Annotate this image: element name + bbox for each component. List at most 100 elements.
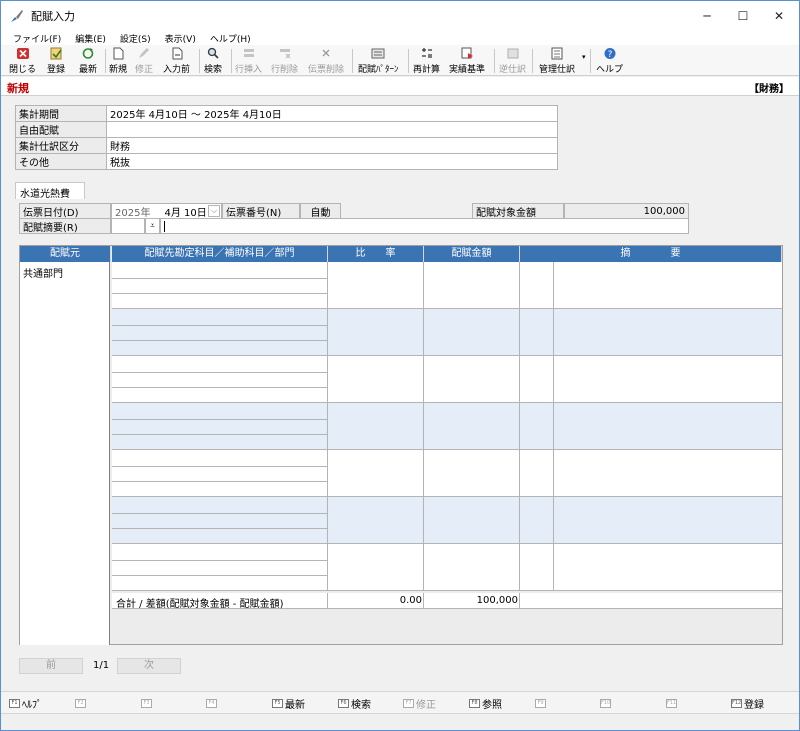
recalc-button[interactable]: 再計算 xyxy=(413,47,440,75)
close-button[interactable]: 閉じる xyxy=(9,47,36,75)
register-button[interactable]: 登録 xyxy=(47,47,65,75)
row-insert-label: 行挿入 xyxy=(235,65,263,75)
row-insert-icon xyxy=(242,47,256,60)
text-cursor xyxy=(164,220,165,232)
reverse-journal-label: 逆仕訳 xyxy=(499,65,527,75)
fkey-badge: F8 xyxy=(469,698,480,708)
pattern-button[interactable]: 配賦ﾊﾟﾀｰﾝ xyxy=(358,47,399,75)
calculator-icon xyxy=(420,47,434,60)
fkey-label: 登録 xyxy=(744,699,764,711)
svg-text:?: ? xyxy=(607,50,612,60)
header-destination: 配賦先勘定科目／補助科目／部門 xyxy=(112,246,328,262)
modify-button[interactable]: 修正 xyxy=(135,47,153,75)
sub-row-divider xyxy=(112,277,327,279)
menu-edit[interactable]: 編集(E) xyxy=(75,32,106,45)
fkey-f11[interactable]: F11 xyxy=(666,696,679,710)
brush-app-icon xyxy=(9,8,25,24)
row-insert-button[interactable]: 行挿入 xyxy=(235,47,262,75)
slip-delete-button[interactable]: 伝票削除 xyxy=(308,47,344,75)
search-button[interactable]: 検索 xyxy=(204,47,222,75)
table-row[interactable] xyxy=(112,356,782,403)
total-divider xyxy=(519,593,520,609)
menu-help[interactable]: ヘルプ(H) xyxy=(210,32,251,45)
refresh-icon xyxy=(81,47,95,60)
dropdown-arrow-icon[interactable]: ▾ xyxy=(582,53,586,61)
fkey-label: 検索 xyxy=(351,699,371,711)
fkey-f7[interactable]: F7 修正 xyxy=(403,696,436,711)
fkey-f12[interactable]: F12 登録 xyxy=(731,696,764,711)
date-dropdown-icon[interactable]: ⌵ xyxy=(208,205,220,217)
other-value: 税抜 xyxy=(106,153,558,170)
prev-page-button[interactable]: 前 xyxy=(19,658,83,674)
fkey-badge: F9 xyxy=(535,698,546,708)
table-row[interactable] xyxy=(112,309,782,356)
toolbar-divider xyxy=(199,49,200,73)
table-row[interactable] xyxy=(112,450,782,497)
toolbar-divider xyxy=(408,49,409,73)
column-divider xyxy=(553,450,554,497)
fkey-f3[interactable]: F3 xyxy=(141,696,154,710)
fkey-f6[interactable]: F6 検索 xyxy=(338,696,371,711)
column-divider xyxy=(553,356,554,403)
column-divider xyxy=(327,403,328,450)
sub-row-divider xyxy=(112,293,327,294)
refresh-button[interactable]: 最新 xyxy=(79,47,97,75)
new-label: 新規 xyxy=(109,65,128,75)
tab-utility-expense[interactable]: 水道光熱費 xyxy=(15,182,85,200)
mode-bar: 新規 【財務】 xyxy=(1,77,799,96)
toolbar-divider xyxy=(590,49,591,73)
sub-row-divider xyxy=(112,481,327,482)
row-delete-icon xyxy=(278,47,292,60)
slip-delete-label: 伝票削除 xyxy=(308,65,345,75)
app-window: 配賦入力 ─ ☐ ✕ ファイル(F) 編集(E) 設定(S) 表示(V) ヘルプ… xyxy=(0,0,800,731)
summary-code-field[interactable] xyxy=(111,218,145,234)
source-column: 共通部門 xyxy=(20,262,110,645)
summary-text-field[interactable] xyxy=(160,218,689,234)
toolbar: 閉じる 登録 最新 新規 修正 入力前 検索 行挿入 行削除 伝票削除 配賦ﾊﾟ… xyxy=(1,45,799,76)
sub-row-divider xyxy=(112,528,327,529)
fkey-f4[interactable]: F4 xyxy=(206,696,219,710)
column-divider xyxy=(423,544,424,591)
table-row[interactable] xyxy=(112,262,782,309)
table-row[interactable] xyxy=(112,403,782,450)
close-window-button[interactable]: ✕ xyxy=(757,1,799,31)
target-amount-value: 100,000 xyxy=(564,203,689,219)
column-divider xyxy=(519,356,520,403)
column-divider xyxy=(327,262,328,309)
fkey-label: 修正 xyxy=(416,699,436,711)
fkey-f5[interactable]: F5 最新 xyxy=(272,696,305,711)
fkey-f8[interactable]: F8 参照 xyxy=(469,696,502,711)
help-button[interactable]: ? ヘルプ xyxy=(596,47,623,75)
menu-file[interactable]: ファイル(F) xyxy=(13,32,61,45)
menu-view[interactable]: 表示(V) xyxy=(165,32,196,45)
mgmt-journal-button[interactable]: 管理仕訳 xyxy=(539,47,575,75)
slip-date-field[interactable]: 2025年 4月 10日 ⌵ xyxy=(111,203,222,219)
table-row[interactable] xyxy=(112,497,782,544)
fkey-badge: F2 xyxy=(75,698,86,708)
register-label: 登録 xyxy=(47,65,66,75)
fkey-f10[interactable]: F10 xyxy=(600,696,613,710)
sub-row-divider xyxy=(112,575,327,576)
journal-class-label: 集計仕訳区分 xyxy=(15,137,107,154)
table-row[interactable] xyxy=(112,544,782,591)
header-memo: 摘 要 xyxy=(520,246,782,262)
menu-settings[interactable]: 設定(S) xyxy=(120,32,151,45)
fkey-badge: F4 xyxy=(206,698,217,708)
slip-delete-icon xyxy=(319,47,333,60)
fkey-f1[interactable]: F1 ﾍﾙﾌﾟ xyxy=(9,696,42,711)
column-divider xyxy=(519,262,520,309)
reverse-journal-button[interactable]: 逆仕訳 xyxy=(499,47,526,75)
slip-date-label: 伝票日付(D) xyxy=(19,203,111,219)
fkey-f2[interactable]: F2 xyxy=(75,696,88,710)
summary-select-button[interactable]: ⩡ xyxy=(145,218,160,234)
actual-basis-button[interactable]: 実績基準 xyxy=(449,47,485,75)
new-button[interactable]: 新規 xyxy=(109,47,127,75)
column-divider xyxy=(327,544,328,591)
input-prev-button[interactable]: 入力前 xyxy=(163,47,190,75)
row-delete-button[interactable]: 行削除 xyxy=(271,47,298,75)
next-page-button[interactable]: 次 xyxy=(117,658,181,674)
column-divider xyxy=(423,403,424,450)
status-bar xyxy=(1,713,799,730)
fkey-f9[interactable]: F9 xyxy=(535,696,548,710)
target-amount-label: 配賦対象金額 xyxy=(472,203,564,219)
